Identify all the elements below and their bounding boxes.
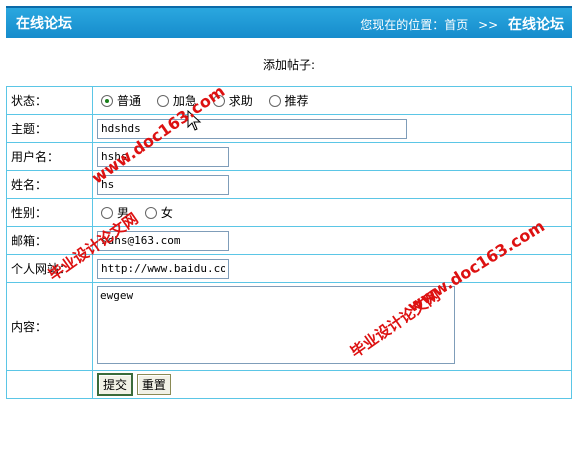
status-radio-urgent[interactable] — [156, 94, 169, 107]
content-label: 内容： — [6, 282, 93, 371]
username-input[interactable] — [97, 146, 229, 167]
breadcrumb-separator: >> — [478, 18, 499, 32]
name-input[interactable] — [97, 174, 229, 195]
gender-radio-female[interactable] — [144, 206, 157, 219]
breadcrumb-current: 在线论坛 — [508, 17, 564, 33]
name-label: 姓名： — [6, 170, 93, 199]
status-radio-recommend[interactable] — [268, 94, 281, 107]
gender-radio-male[interactable] — [101, 206, 113, 219]
gender-label: 性别： — [6, 198, 93, 227]
subject-input[interactable] — [97, 118, 407, 139]
status-option-urgent: 加急 — [172, 94, 197, 108]
status-option-help: 求助 — [228, 94, 253, 108]
website-label: 个人网站： — [6, 254, 93, 283]
post-form: 状态： 普通 加急 求助 推荐 主题： 用户名： 姓名： 性别： 男 女 邮箱：… — [6, 86, 572, 399]
email-input[interactable] — [97, 230, 229, 251]
subject-label: 主题： — [6, 114, 93, 143]
website-input[interactable] — [97, 258, 229, 279]
gender-options: 男 女 — [92, 198, 572, 227]
gender-option-female: 女 — [160, 206, 173, 220]
email-label: 邮箱： — [6, 226, 93, 255]
status-options: 普通 加急 求助 推荐 — [92, 86, 572, 115]
submit-button[interactable]: 提交 — [97, 373, 134, 396]
gender-option-male: 男 — [117, 206, 130, 220]
form-subtitle: 添加帖子: — [262, 58, 316, 72]
status-radio-normal[interactable] — [101, 94, 113, 107]
status-option-recommend: 推荐 — [284, 94, 309, 108]
breadcrumb-location[interactable]: 您现在的位置：首页 — [360, 18, 468, 32]
status-radio-help[interactable] — [212, 94, 225, 107]
mouse-cursor-icon — [187, 110, 202, 131]
status-label: 状态： — [6, 86, 93, 115]
breadcrumb: 您现在的位置：首页 >> 在线论坛 — [360, 14, 564, 34]
header-title: 在线论坛 — [16, 16, 72, 32]
username-label: 用户名： — [6, 142, 93, 171]
reset-button[interactable]: 重置 — [136, 374, 171, 395]
status-option-normal: 普通 — [117, 94, 142, 108]
button-cell-empty — [6, 370, 93, 399]
page-header: 在线论坛 您现在的位置：首页 >> 在线论坛 — [6, 6, 572, 38]
content-textarea[interactable]: ewgew — [97, 286, 455, 364]
